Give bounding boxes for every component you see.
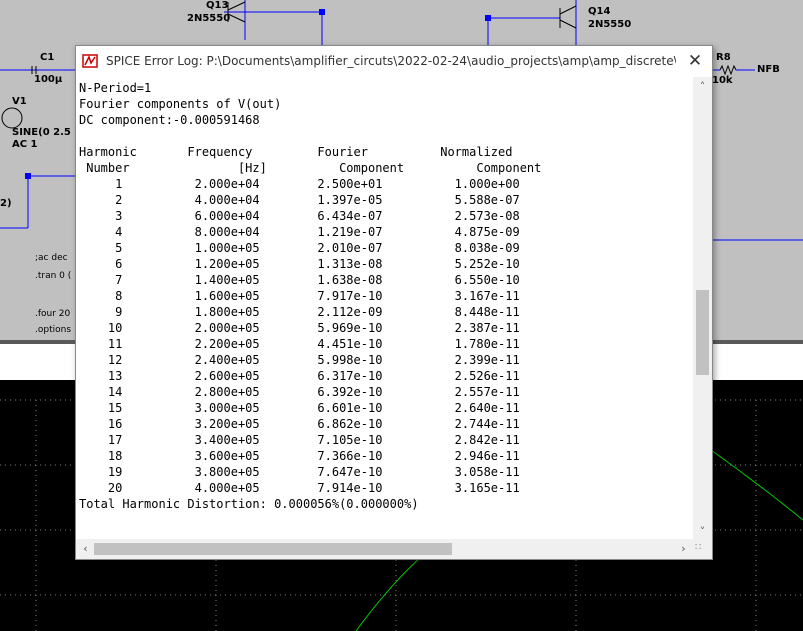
directive-tran[interactable]: .tran 0 ( <box>35 271 71 281</box>
harmonic-row: 15 3.000e+05 6.601e-10 2.640e-11 <box>79 401 520 415</box>
r8-value[interactable]: 10k <box>712 75 733 86</box>
harmonic-row: 19 3.800e+05 7.647e-10 3.058e-11 <box>79 465 520 479</box>
harmonic-row: 1 2.000e+04 2.500e+01 1.000e+00 <box>79 177 520 191</box>
harmonic-row: 6 1.200e+05 1.313e-08 5.252e-10 <box>79 257 520 271</box>
harmonic-row: 11 2.200e+05 4.451e-10 1.780e-11 <box>79 337 520 351</box>
log-header-line: N-Period=1 <box>79 81 152 95</box>
nfb-net-label[interactable]: NFB <box>757 64 780 75</box>
v1-source-spec[interactable]: SINE(0 2.5 2 <box>12 127 81 138</box>
harmonic-row: 9 1.800e+05 2.112e-09 8.448e-11 <box>79 305 520 319</box>
net-label[interactable]: 2) <box>0 198 12 209</box>
log-header-line: Fourier components of V(out) <box>79 97 282 111</box>
harmonic-row: 14 2.800e+05 6.392e-10 2.557e-11 <box>79 385 520 399</box>
r8-label[interactable]: R8 <box>716 52 731 63</box>
directive-options[interactable]: .options <box>35 325 71 335</box>
harmonic-row: 4 8.000e+04 1.219e-07 4.875e-09 <box>79 225 520 239</box>
scroll-up-arrow-icon[interactable]: ˄ <box>693 77 712 96</box>
ltspice-app-icon <box>82 54 98 68</box>
vertical-scroll-thumb[interactable] <box>696 290 709 375</box>
log-column-headers: Number [Hz] Component Component <box>79 161 542 175</box>
waveform-trace-right <box>710 449 803 521</box>
v1-label[interactable]: V1 <box>12 96 27 107</box>
directive-ac[interactable]: ;ac dec <box>35 253 68 263</box>
harmonic-row: 3 6.000e+04 6.434e-07 2.573e-08 <box>79 209 520 223</box>
harmonic-row: 20 4.000e+05 7.914e-10 3.165e-11 <box>79 481 520 495</box>
c1-label[interactable]: C1 <box>40 52 54 63</box>
log-text-area[interactable]: N-Period=1 Fourier components of V(out) … <box>76 77 693 539</box>
log-content: N-Period=1 Fourier components of V(out) … <box>76 77 693 512</box>
scroll-down-arrow-icon[interactable]: ˅ <box>693 522 712 541</box>
harmonic-row: 2 4.000e+04 1.397e-05 5.588e-07 <box>79 193 520 207</box>
harmonic-row: 18 3.600e+05 7.366e-10 2.946e-11 <box>79 449 520 463</box>
harmonic-row: 13 2.600e+05 6.317e-10 2.526e-11 <box>79 369 520 383</box>
log-column-headers: Harmonic Frequency Fourier Normalized <box>79 145 513 159</box>
horizontal-scrollbar[interactable]: ‹ › <box>76 539 693 558</box>
directive-four[interactable]: .four 20 <box>35 309 70 319</box>
harmonic-row: 8 1.600e+05 7.917e-10 3.167e-11 <box>79 289 520 303</box>
q13-model[interactable]: 2N5550 <box>187 13 230 24</box>
harmonic-row: 17 3.400e+05 7.105e-10 2.842e-11 <box>79 433 520 447</box>
q14-model[interactable]: 2N5550 <box>588 19 631 30</box>
q13-label[interactable]: Q13 <box>206 0 228 11</box>
horizontal-scroll-thumb[interactable] <box>94 543 452 555</box>
scroll-left-arrow-icon[interactable]: ‹ <box>76 539 95 558</box>
harmonic-row: 16 3.200e+05 6.862e-10 2.744e-11 <box>79 417 520 431</box>
v1-ac-spec[interactable]: AC 1 <box>12 139 38 150</box>
thd-summary: Total Harmonic Distortion: 0.000056%(0.0… <box>79 497 419 511</box>
vertical-scrollbar[interactable]: ˄ ˅ <box>693 77 712 543</box>
spice-error-log-window[interactable]: SPICE Error Log: P:\Documents\amplifier_… <box>75 45 713 560</box>
log-header-line: DC component:-0.000591468 <box>79 113 260 127</box>
q14-label[interactable]: Q14 <box>588 6 610 17</box>
harmonic-row: 5 1.000e+05 2.010e-07 8.038e-09 <box>79 241 520 255</box>
window-title: SPICE Error Log: P:\Documents\amplifier_… <box>106 54 676 68</box>
scroll-right-arrow-icon[interactable]: › <box>674 539 693 558</box>
resize-grip-icon[interactable]: ∷ <box>695 542 711 558</box>
title-bar[interactable]: SPICE Error Log: P:\Documents\amplifier_… <box>76 46 712 77</box>
c1-value[interactable]: 100µ <box>34 74 62 85</box>
harmonic-row: 12 2.400e+05 5.998e-10 2.399e-11 <box>79 353 520 367</box>
harmonic-row: 10 2.000e+05 5.969e-10 2.387e-11 <box>79 321 520 335</box>
close-button[interactable]: ✕ <box>684 50 706 72</box>
harmonic-row: 7 1.400e+05 1.638e-08 6.550e-10 <box>79 273 520 287</box>
